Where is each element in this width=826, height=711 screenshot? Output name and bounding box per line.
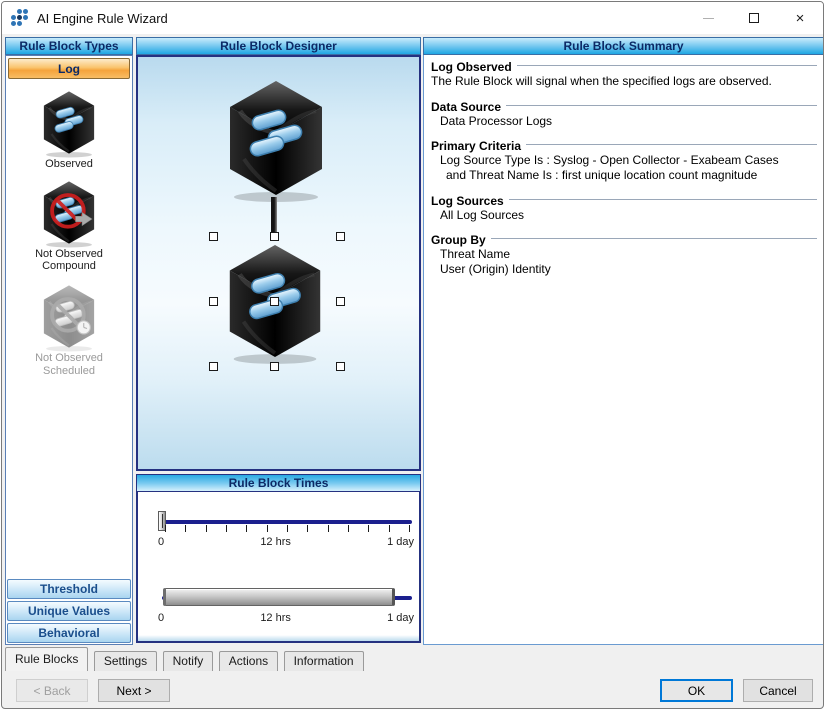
rule-block-times-header: Rule Block Times bbox=[136, 474, 421, 492]
log-category-button[interactable]: Log bbox=[8, 58, 130, 79]
tab-settings[interactable]: Settings bbox=[93, 651, 158, 671]
ok-button[interactable]: OK bbox=[660, 679, 733, 702]
behavioral-category-button[interactable]: Behavioral bbox=[7, 623, 131, 643]
not-observed-scheduled-icon bbox=[42, 283, 96, 352]
summary-line: The Rule Block will signal when the spec… bbox=[431, 74, 772, 88]
unique-values-category-button[interactable]: Unique Values bbox=[7, 601, 131, 621]
rule-block-types-header: Rule Block Types bbox=[5, 37, 133, 55]
selection-handle-ne[interactable] bbox=[336, 232, 345, 241]
cancel-button[interactable]: Cancel bbox=[743, 679, 813, 702]
summary-section-primary-criteria: Primary Criteria Log Source Type Is : Sy… bbox=[431, 139, 817, 182]
rule-type-observed[interactable]: Observed bbox=[6, 87, 132, 171]
summary-section-log-observed: Log Observed The Rule Block will signal … bbox=[431, 60, 817, 89]
selection-handle-s[interactable] bbox=[270, 362, 279, 371]
rule-block-summary-header: Rule Block Summary bbox=[423, 37, 823, 55]
minimize-icon bbox=[702, 17, 714, 19]
close-button[interactable]: × bbox=[777, 2, 823, 34]
summary-line: and Threat Name Is : first unique locati… bbox=[446, 167, 758, 182]
slider1-ticks bbox=[165, 525, 410, 532]
titlebar: AI Engine Rule Wizard × bbox=[2, 2, 823, 34]
summary-line: Threat Name bbox=[440, 247, 511, 262]
tab-information[interactable]: Information bbox=[283, 651, 364, 671]
rule-block-summary-panel: Rule Block Summary Log Observed The Rule… bbox=[423, 37, 823, 645]
dialog-content: Rule Block Types Log Observed Not Observ… bbox=[2, 34, 823, 646]
tab-actions[interactable]: Actions bbox=[218, 651, 279, 671]
slider1-label-0: 0 bbox=[158, 536, 165, 548]
rule-type-not-observed-compound[interactable]: Not Observed Compound bbox=[6, 177, 132, 273]
rule-block-types-body: Log Observed Not Observed Compound Not O… bbox=[5, 55, 133, 645]
maximize-button[interactable] bbox=[731, 2, 777, 34]
rule-block-cube-icon bbox=[216, 73, 336, 203]
slider2-labels: 0 12 hrs 1 day bbox=[158, 612, 414, 624]
summary-section-title: Primary Criteria bbox=[431, 139, 817, 153]
ai-engine-app-icon bbox=[11, 9, 29, 27]
summary-section-data-source: Data Source Data Processor Logs bbox=[431, 100, 817, 129]
time-slider-track[interactable] bbox=[162, 520, 412, 524]
rule-block-types-panel: Rule Block Types Log Observed Not Observ… bbox=[5, 37, 133, 645]
slider1-label-12hrs: 12 hrs bbox=[260, 536, 291, 548]
designer-canvas[interactable] bbox=[136, 55, 421, 471]
rule-block-times-body: 0 12 hrs 1 day 0 12 hrs 1 day bbox=[136, 492, 421, 643]
threshold-category-button[interactable]: Threshold bbox=[7, 579, 131, 599]
observed-cube-icon bbox=[42, 90, 96, 158]
not-observed-scheduled-line1: Not Observed bbox=[35, 351, 103, 364]
minimize-button[interactable] bbox=[685, 2, 731, 34]
selection-handle-e[interactable] bbox=[336, 297, 345, 306]
window-title: AI Engine Rule Wizard bbox=[37, 10, 168, 26]
selection-handle-center[interactable] bbox=[270, 297, 279, 306]
summary-line: All Log Sources bbox=[440, 207, 525, 222]
wizard-tabstrip: Rule Blocks Settings Notify Actions Info… bbox=[2, 646, 823, 672]
summary-line: User (Origin) Identity bbox=[440, 261, 551, 276]
summary-line: Log Source Type Is : Syslog - Open Colle… bbox=[440, 153, 779, 168]
selection-handle-sw[interactable] bbox=[209, 362, 218, 371]
selection-handle-n[interactable] bbox=[270, 232, 279, 241]
summary-section-title: Group By bbox=[431, 233, 817, 247]
summary-section-title: Data Source bbox=[431, 100, 817, 114]
rule-block-summary-body: Log Observed The Rule Block will signal … bbox=[423, 55, 823, 645]
summary-line: Data Processor Logs bbox=[440, 113, 553, 128]
close-icon: × bbox=[795, 9, 805, 27]
tab-notify[interactable]: Notify bbox=[162, 651, 214, 671]
next-button[interactable]: Next > bbox=[98, 679, 170, 702]
selection-handle-se[interactable] bbox=[336, 362, 345, 371]
bottom-button-bar: < Back Next > OK Cancel bbox=[2, 672, 823, 708]
slider1-labels: 0 12 hrs 1 day bbox=[158, 536, 414, 548]
maximize-icon bbox=[749, 13, 759, 23]
not-observed-scheduled-line2: Scheduled bbox=[43, 364, 95, 377]
slider1-label-1day: 1 day bbox=[387, 536, 414, 548]
not-observed-compound-icon bbox=[42, 179, 96, 248]
summary-section-log-sources: Log Sources All Log Sources bbox=[431, 194, 817, 223]
slider2-label-1day: 1 day bbox=[387, 612, 414, 624]
summary-section-group-by: Group By Threat Name User (Origin) Ident… bbox=[431, 233, 817, 276]
rule-type-observed-label: Observed bbox=[45, 158, 93, 170]
tab-rule-blocks[interactable]: Rule Blocks bbox=[5, 647, 89, 671]
ai-engine-rule-wizard-window: AI Engine Rule Wizard × Rule Block Types… bbox=[1, 1, 824, 709]
range-slider-bar[interactable] bbox=[163, 588, 395, 606]
rule-block-designer-panel: Rule Block Designer Rule Block Times 0 1… bbox=[136, 37, 421, 645]
selection-handle-w[interactable] bbox=[209, 297, 218, 306]
slider2-label-0: 0 bbox=[158, 612, 165, 624]
summary-section-title: Log Observed bbox=[431, 60, 817, 74]
selection-handle-nw[interactable] bbox=[209, 232, 218, 241]
slider2-label-12hrs: 12 hrs bbox=[260, 612, 291, 624]
rule-block-designer-header: Rule Block Designer bbox=[136, 37, 421, 55]
back-button: < Back bbox=[16, 679, 88, 702]
category-button-stack: Threshold Unique Values Behavioral bbox=[7, 577, 131, 643]
summary-section-title: Log Sources bbox=[431, 194, 817, 208]
not-observed-compound-line2: Compound bbox=[42, 260, 96, 273]
not-observed-compound-line1: Not Observed bbox=[35, 247, 103, 260]
rule-block-node-top[interactable] bbox=[216, 73, 336, 208]
rule-type-not-observed-scheduled: Not Observed Scheduled bbox=[6, 281, 132, 377]
